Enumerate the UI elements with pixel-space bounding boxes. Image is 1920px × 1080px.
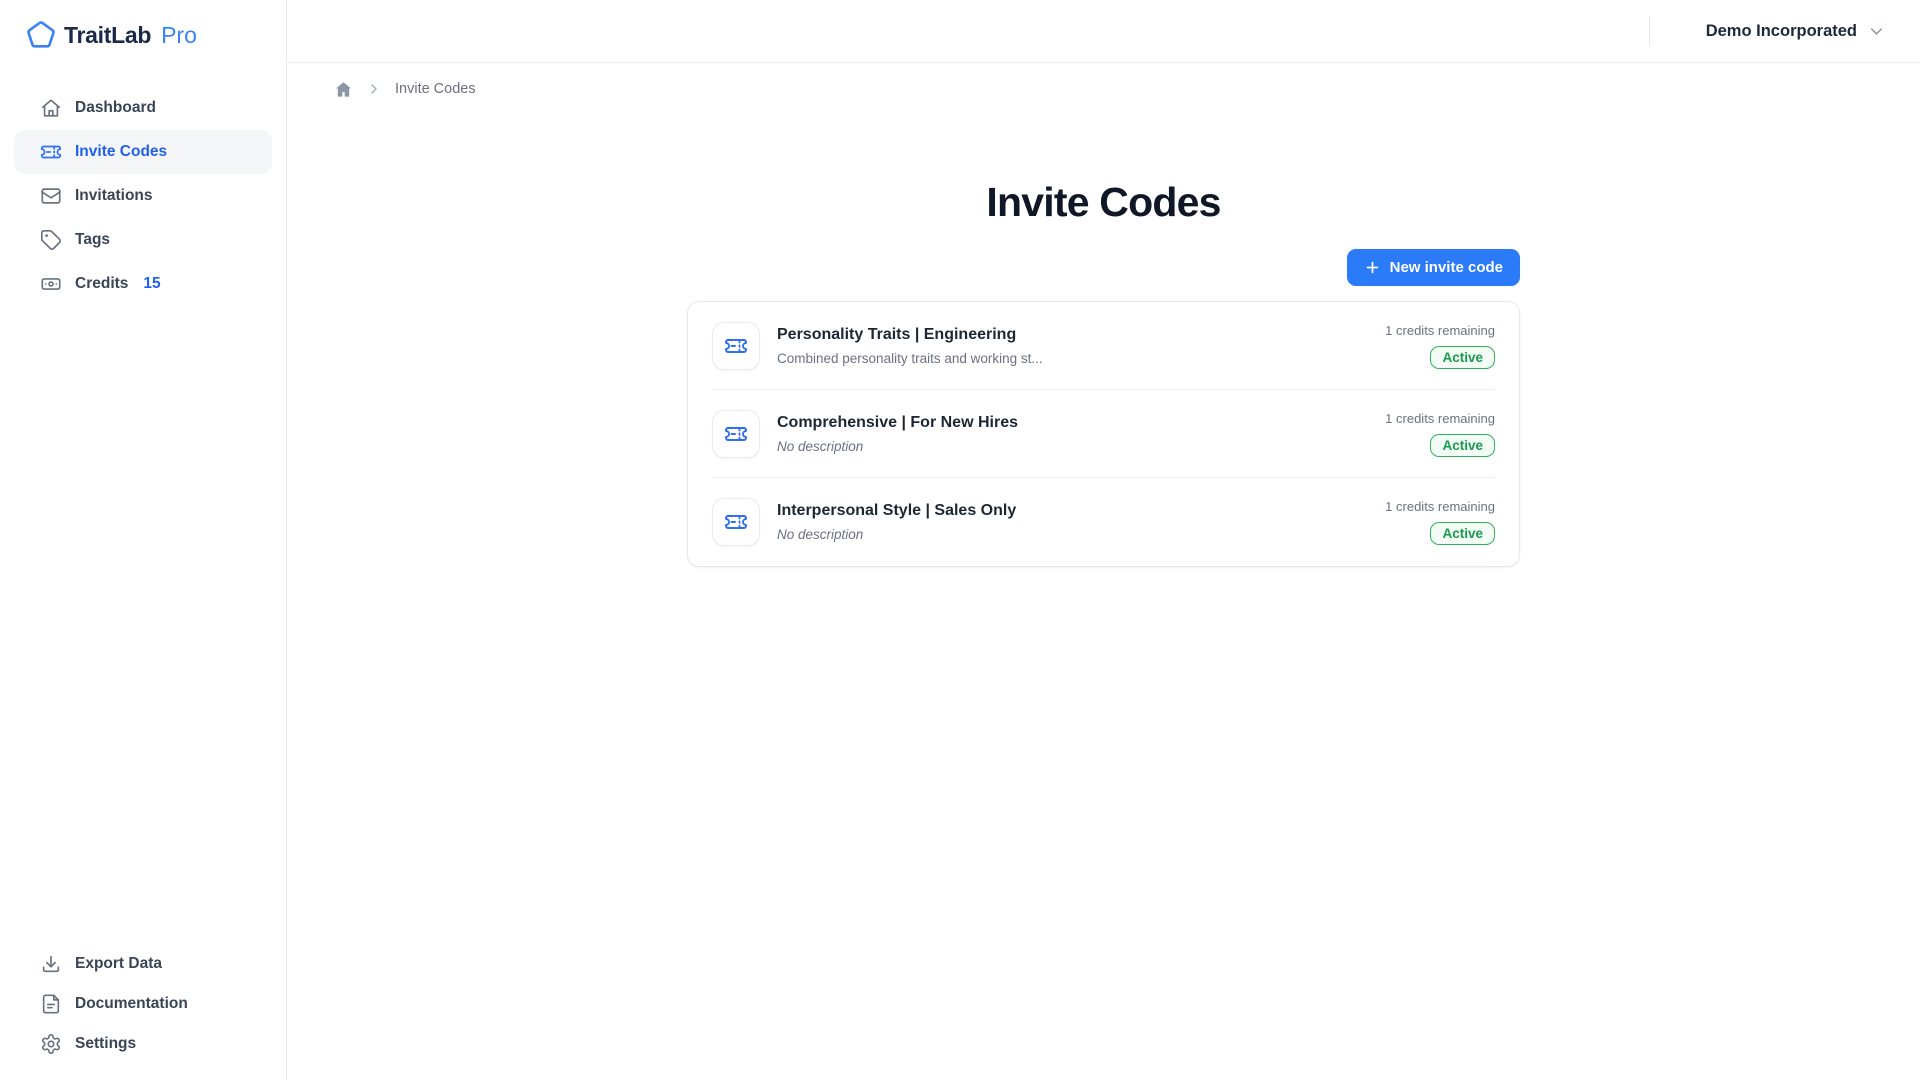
sidebar-nav: Dashboard Invite Codes Invitations Tags bbox=[0, 86, 286, 306]
invite-code-description: Combined personality traits and working … bbox=[777, 351, 1043, 366]
sidebar-item-tags[interactable]: Tags bbox=[14, 218, 272, 262]
plus-icon bbox=[1364, 259, 1381, 276]
sidebar-item-documentation[interactable]: Documentation bbox=[14, 984, 272, 1024]
sidebar-item-invite-codes[interactable]: Invite Codes bbox=[14, 130, 272, 174]
new-invite-code-button[interactable]: New invite code bbox=[1347, 249, 1520, 286]
brand-suffix: Pro bbox=[161, 22, 197, 49]
document-icon bbox=[40, 993, 62, 1015]
banknote-icon bbox=[40, 273, 62, 295]
topbar: Demo Incorporated bbox=[287, 0, 1920, 63]
ticket-icon bbox=[712, 498, 760, 546]
new-invite-code-label: New invite code bbox=[1390, 259, 1503, 276]
sidebar-item-invitations[interactable]: Invitations bbox=[14, 174, 272, 218]
invite-code-title: Interpersonal Style | Sales Only bbox=[777, 502, 1016, 520]
home-icon bbox=[40, 97, 62, 119]
sidebar-item-dashboard[interactable]: Dashboard bbox=[14, 86, 272, 130]
brand-name: TraitLab bbox=[64, 22, 151, 49]
status-badge: Active bbox=[1430, 434, 1495, 457]
invite-codes-list: Personality Traits | Engineering Combine… bbox=[687, 301, 1520, 567]
invite-code-title: Personality Traits | Engineering bbox=[777, 326, 1043, 344]
credits-remaining: 1 credits remaining bbox=[1385, 411, 1495, 426]
sidebar-item-label: Documentation bbox=[75, 995, 188, 1013]
invite-code-title: Comprehensive | For New Hires bbox=[777, 414, 1018, 432]
invite-code-description: No description bbox=[777, 439, 1018, 454]
credits-remaining: 1 credits remaining bbox=[1385, 323, 1495, 338]
breadcrumb-current: Invite Codes bbox=[395, 81, 476, 97]
topbar-divider bbox=[1649, 16, 1650, 46]
mail-icon bbox=[40, 185, 62, 207]
sidebar-item-label: Credits bbox=[75, 275, 128, 293]
main-area: Demo Incorporated Invite Codes Invite Co… bbox=[287, 0, 1920, 1080]
sidebar-item-label: Invite Codes bbox=[75, 143, 167, 161]
credits-count-badge: 15 bbox=[143, 275, 160, 293]
credits-remaining: 1 credits remaining bbox=[1385, 499, 1495, 514]
sidebar-footer-nav: Export Data Documentation Settings bbox=[0, 944, 286, 1080]
sidebar-item-credits[interactable]: Credits 15 bbox=[14, 262, 272, 306]
app-logo[interactable]: TraitLab Pro bbox=[0, 0, 286, 68]
home-breadcrumb-icon[interactable] bbox=[334, 80, 353, 99]
invite-code-row[interactable]: Personality Traits | Engineering Combine… bbox=[712, 302, 1495, 390]
ticket-icon bbox=[712, 410, 760, 458]
actions-row: New invite code bbox=[687, 249, 1520, 286]
sidebar-item-export-data[interactable]: Export Data bbox=[14, 944, 272, 984]
company-name: Demo Incorporated bbox=[1706, 22, 1857, 41]
status-badge: Active bbox=[1430, 346, 1495, 369]
status-badge: Active bbox=[1430, 522, 1495, 545]
invite-code-description: No description bbox=[777, 527, 1016, 542]
chevron-right-icon bbox=[366, 81, 382, 97]
invite-code-row[interactable]: Interpersonal Style | Sales Only No desc… bbox=[712, 478, 1495, 566]
ticket-icon bbox=[712, 322, 760, 370]
company-dropdown[interactable]: Demo Incorporated bbox=[1706, 22, 1886, 41]
sidebar-item-label: Export Data bbox=[75, 955, 162, 973]
page-title: Invite Codes bbox=[287, 179, 1920, 226]
ticket-icon bbox=[40, 141, 62, 163]
sidebar-item-label: Settings bbox=[75, 1035, 136, 1053]
pentagon-logo-icon bbox=[26, 20, 56, 50]
invite-code-row[interactable]: Comprehensive | For New Hires No descrip… bbox=[712, 390, 1495, 478]
download-icon bbox=[40, 953, 62, 975]
sidebar-item-settings[interactable]: Settings bbox=[14, 1024, 272, 1064]
sidebar-item-label: Invitations bbox=[75, 187, 153, 205]
sidebar: TraitLab Pro Dashboard Invite Codes Invit… bbox=[0, 0, 287, 1080]
tag-icon bbox=[40, 229, 62, 251]
sidebar-item-label: Tags bbox=[75, 231, 110, 249]
sidebar-item-label: Dashboard bbox=[75, 99, 156, 117]
sidebar-spacer bbox=[0, 306, 286, 944]
page-content: Invite Codes New invite code Personality bbox=[287, 115, 1920, 1080]
chevron-down-icon bbox=[1867, 22, 1886, 41]
breadcrumb: Invite Codes bbox=[287, 63, 1920, 115]
gear-icon bbox=[40, 1033, 62, 1055]
